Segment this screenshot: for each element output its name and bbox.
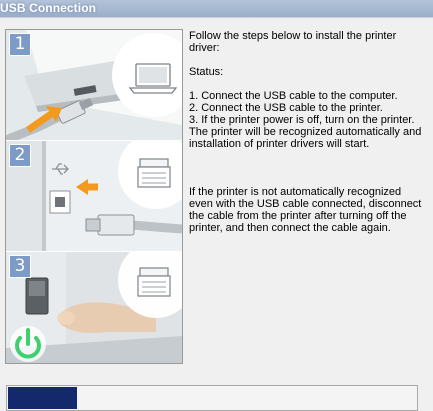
status-label: Status:	[189, 66, 224, 78]
step-2-illustration	[6, 141, 182, 251]
step-number-badge: 2	[9, 144, 31, 167]
step-1-panel: 1	[6, 30, 182, 140]
retry-note: If the printer is not automatically reco…	[189, 186, 422, 234]
instruction-illustration: 1 2 3	[5, 29, 183, 364]
step-3-illustration	[6, 252, 182, 363]
step-3-text: 3. If the printer power is off, turn on …	[189, 114, 415, 126]
step-1-text: 1. Connect the USB cable to the computer…	[189, 90, 398, 102]
step-2-text: 2. Connect the USB cable to the printer.	[189, 102, 383, 114]
step-3-panel: 3	[6, 252, 182, 363]
install-progress-bar	[6, 385, 418, 411]
power-icon	[10, 326, 46, 362]
auto-recognition-note: The printer will be recognized automatic…	[189, 126, 422, 150]
intro-text: Follow the steps below to install the pr…	[189, 30, 397, 54]
step-1-illustration	[6, 30, 182, 140]
progress-fill	[8, 387, 77, 409]
window-title: USB Connection	[0, 1, 97, 15]
title-bar: USB Connection	[0, 0, 433, 17]
step-number-badge: 3	[9, 255, 31, 278]
dialog-content: 1 2 3 Follow the steps below to install …	[0, 17, 433, 411]
instruction-text: Follow the steps below to install the pr…	[189, 30, 425, 234]
step-number-badge: 1	[9, 33, 31, 56]
step-2-panel: 2	[6, 141, 182, 251]
